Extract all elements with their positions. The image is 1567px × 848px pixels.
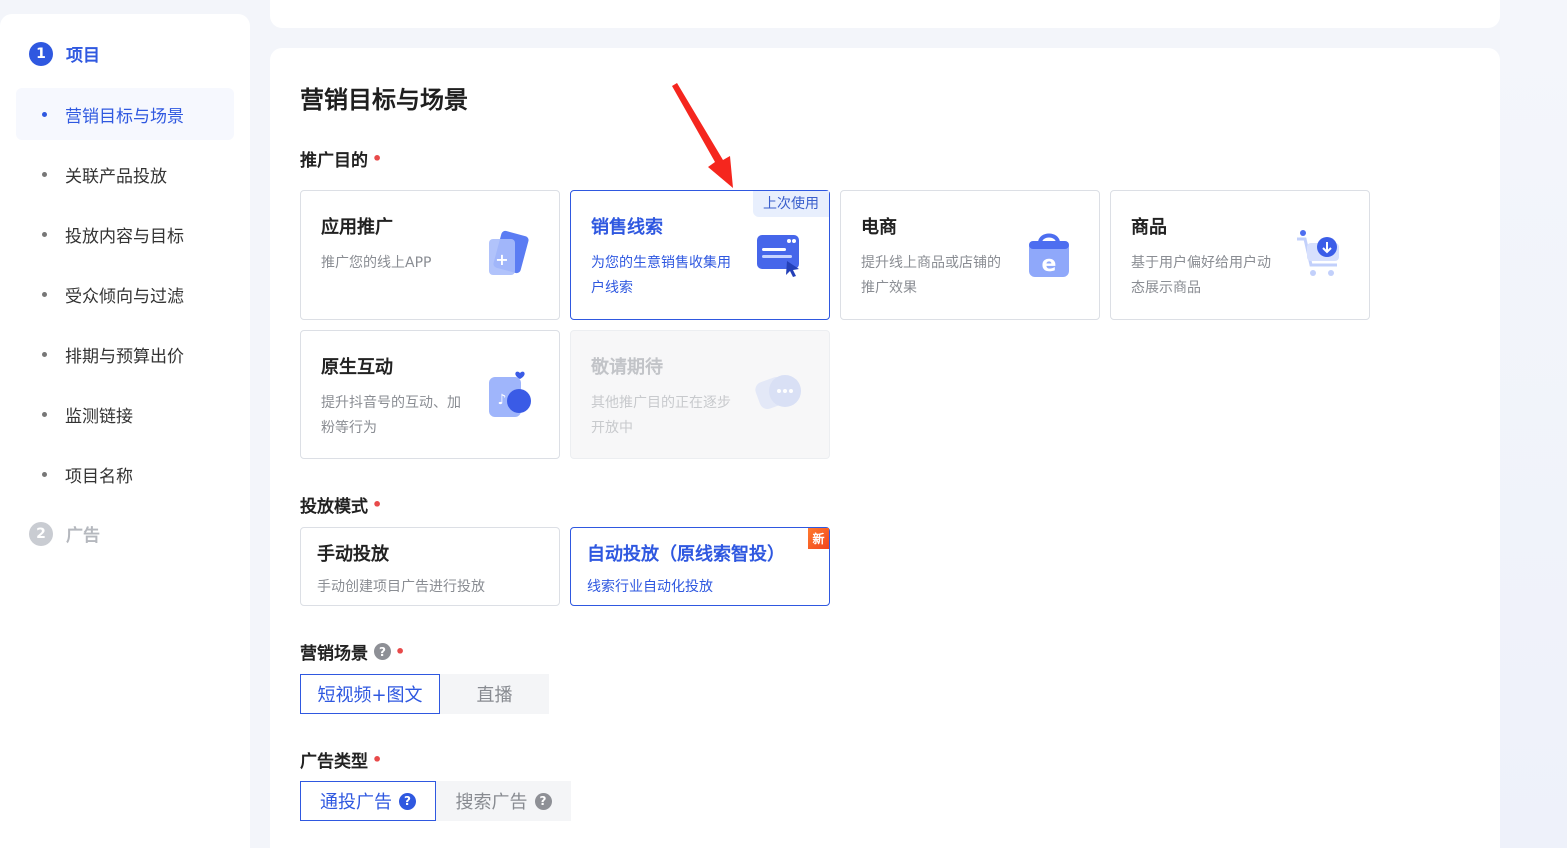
step-ad[interactable]: 2 广告 [29, 521, 100, 546]
mode-label: 投放模式 • [300, 492, 382, 517]
required-mark: • [372, 750, 383, 769]
app-cards-icon: + [489, 230, 529, 275]
scene-label: 营销场景 ? • [300, 639, 405, 664]
sidebar-item-project-name[interactable]: 项目名称 [16, 448, 234, 500]
sidebar-item-related-product[interactable]: 关联产品投放 [16, 148, 234, 200]
mode-card-auto[interactable]: 新 自动投放（原线索智投） 线索行业自动化投放 [570, 527, 830, 606]
douyin-heart-icon: ♪ [489, 371, 531, 417]
purpose-card-sales-leads[interactable]: 上次使用 销售线索 为您的生意销售收集用户线索 [570, 190, 830, 320]
bullet-dot [42, 111, 47, 117]
last-used-tag: 上次使用 [753, 191, 829, 217]
step-number-1: 1 [29, 41, 53, 66]
shopping-bag-e-icon: e [1029, 233, 1069, 277]
required-mark: • [372, 149, 383, 168]
purpose-card-ecommerce[interactable]: 电商 提升线上商品或店铺的推广效果 e [840, 190, 1100, 320]
sidebar-item-label: 营销目标与场景 [65, 106, 184, 127]
sidebar-item-label: 关联产品投放 [65, 166, 167, 187]
purpose-label-text: 推广目的 [300, 151, 368, 171]
sidebar-item-label: 排期与预算出价 [65, 346, 184, 367]
card-desc: 基于用户偏好给用户动态展示商品 [1131, 255, 1271, 296]
card-desc: 推广您的线上APP [321, 255, 432, 271]
purpose-card-coming-soon: 敬请期待 其他推广目的正在逐步开放中 [570, 330, 830, 459]
ad-type-label-text: 广告类型 [300, 752, 368, 772]
mode-card-manual[interactable]: 手动投放 手动创建项目广告进行投放 [300, 527, 560, 606]
purpose-card-app-promotion[interactable]: 应用推广 推广您的线上APP + [300, 190, 560, 320]
purpose-card-native-interaction[interactable]: 原生互动 提升抖音号的互动、加粉等行为 ♪ [300, 330, 560, 459]
svg-text:+: + [495, 250, 508, 269]
sidebar-item-label: 项目名称 [65, 466, 133, 487]
step-number-2: 2 [29, 521, 53, 546]
mode-label-text: 投放模式 [300, 497, 368, 517]
sidebar-item-audience[interactable]: 受众倾向与过滤 [16, 268, 234, 320]
help-icon[interactable]: ? [399, 792, 416, 810]
step-label-project: 项目 [66, 46, 100, 66]
scene-option-short-video[interactable]: 短视频+图文 [300, 674, 440, 714]
bullet-dot [42, 471, 47, 477]
scene-label-text: 营销场景 [300, 644, 368, 664]
section-title: 营销目标与场景 [300, 86, 468, 114]
bullet-dot [42, 351, 47, 357]
help-icon[interactable]: ? [534, 792, 552, 810]
card-desc: 手动创建项目广告进行投放 [317, 579, 485, 595]
webpage-cursor-icon [757, 235, 799, 277]
sidebar-item-label: 投放内容与目标 [65, 226, 184, 247]
option-label: 通投广告 [320, 792, 392, 813]
card-title: 手动投放 [317, 544, 389, 565]
option-label: 搜索广告 [455, 792, 528, 813]
required-mark: • [395, 642, 406, 661]
ad-type-option-search[interactable]: 搜索广告 ? [436, 781, 571, 821]
sidebar-item-label: 受众倾向与过滤 [65, 286, 184, 307]
background-strip [1500, 0, 1567, 848]
bullet-dot [42, 411, 47, 417]
previous-section-card [270, 0, 1500, 28]
help-icon[interactable]: ? [374, 643, 391, 660]
svg-text:e: e [1042, 252, 1057, 277]
sidebar-item-tracking-link[interactable]: 监测链接 [16, 388, 234, 440]
purpose-card-product[interactable]: 商品 基于用户偏好给用户动态展示商品 [1110, 190, 1370, 320]
sidebar-item-content-target[interactable]: 投放内容与目标 [16, 208, 234, 260]
bullet-dot [42, 291, 47, 297]
sidebar-item-marketing-goal[interactable]: 营销目标与场景 [16, 88, 234, 140]
annotation-arrow-icon [672, 83, 733, 188]
step-label-ad: 广告 [66, 526, 100, 546]
step-project[interactable]: 1 项目 [29, 41, 100, 66]
card-desc: 提升线上商品或店铺的推广效果 [861, 255, 1001, 296]
sidebar-item-schedule-budget[interactable]: 排期与预算出价 [16, 328, 234, 380]
required-mark: • [372, 495, 383, 514]
scene-option-live[interactable]: 直播 [440, 674, 549, 714]
card-title: 自动投放（原线索智投） [587, 544, 785, 565]
chat-bubble-icon [755, 375, 801, 410]
svg-text:♪: ♪ [498, 392, 507, 408]
bullet-dot [42, 171, 47, 177]
new-badge: 新 [808, 528, 829, 549]
ad-type-option-general[interactable]: 通投广告 ? [300, 781, 436, 821]
card-desc: 提升抖音号的互动、加粉等行为 [321, 395, 461, 436]
bullet-dot [42, 231, 47, 237]
ad-type-label: 广告类型 • [300, 747, 382, 772]
purpose-label: 推广目的 • [300, 146, 382, 171]
card-desc: 其他推广目的正在逐步开放中 [591, 395, 731, 436]
card-desc: 线索行业自动化投放 [587, 579, 713, 595]
card-desc: 为您的生意销售收集用户线索 [591, 255, 731, 296]
shopping-cart-icon [1297, 230, 1339, 276]
sidebar-item-label: 监测链接 [65, 406, 133, 427]
